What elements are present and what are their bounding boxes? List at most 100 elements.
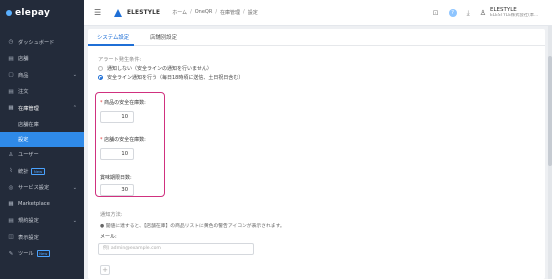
top-header: ☰ ELESTYLE ホーム / OneQR / 在庫管理 / 設定 ⊡ ? ⤓…: [84, 0, 552, 26]
rules-icon: ▤: [8, 217, 14, 224]
sidebar-item-label: 商品: [18, 72, 29, 79]
page-scrollbar[interactable]: [548, 26, 552, 279]
download-icon[interactable]: ⤓: [467, 9, 470, 18]
menu-toggle-icon[interactable]: ☰: [94, 8, 102, 17]
sidebar-item-dashboard[interactable]: ◷ ダッシュボード: [0, 34, 84, 51]
sidebar-item-label: サービス設定: [18, 185, 50, 192]
product-safety-stock-label: * 商品の安全在庫数:: [100, 100, 146, 106]
active-tab-indicator: [88, 44, 134, 46]
breadcrumb-separator: /: [243, 9, 245, 15]
chevron-down-icon: ⌄: [72, 72, 77, 79]
user-company: ELESTYLE株式会社(本...: [490, 13, 539, 18]
account-icon: ♙: [479, 9, 486, 17]
alert-option-none[interactable]: 通知しない（安全ラインの通知を行いません）: [98, 65, 212, 72]
new-badge: New: [31, 167, 45, 175]
breadcrumb: ホーム / OneQR / 在庫管理 / 設定: [172, 9, 258, 16]
tools-icon: ✎: [8, 250, 14, 257]
sidebar-item-marketplace[interactable]: ▦ Marketplace: [0, 196, 84, 213]
sidebar-item-tools[interactable]: ✎ ツール New: [0, 246, 84, 263]
sidebar-item-stats[interactable]: ⌇ 統計 New: [0, 163, 84, 180]
breadcrumb-separator: /: [215, 9, 218, 15]
sidebar-item-label: ダッシュボード: [18, 39, 55, 46]
inventory-icon: ▦: [8, 105, 14, 112]
sidebar-item-label: ユーザー: [18, 152, 39, 159]
chevron-down-icon: ⌄: [72, 217, 77, 224]
sidebar-subitem-store-inventory[interactable]: 店舗在庫: [0, 117, 84, 132]
sidebar-item-label: Marketplace: [18, 201, 50, 208]
dashboard-icon: ◷: [8, 39, 14, 46]
user-info: ELESTYLE ELESTYLE株式会社(本...: [490, 7, 548, 19]
user-menu[interactable]: ♙ ELESTYLE ELESTYLE株式会社(本...: [480, 7, 548, 19]
appearance-icon: ◫: [8, 234, 14, 241]
logo-mark-icon: [6, 10, 12, 16]
sidebar-subitem-settings[interactable]: 設定: [0, 131, 84, 147]
service-settings-icon: ◎: [8, 184, 14, 191]
sidebar-item-appearance[interactable]: ◫ 表示設定: [0, 229, 84, 246]
alert-option-notify[interactable]: 安全ライン通知を行う（毎日18時頃に送信、土日祝日含む）: [98, 74, 243, 81]
scrollbar-thumb[interactable]: [548, 56, 552, 166]
radio-button-selected[interactable]: [98, 75, 103, 80]
highlight-box: [95, 92, 165, 197]
sidebar-item-label: 表示設定: [18, 234, 39, 241]
tab-store-settings[interactable]: 店舗別設定: [150, 33, 177, 41]
sidebar-item-label: ツール: [18, 251, 34, 258]
store-safety-stock-label: * 店舗の安全在庫数:: [100, 137, 146, 143]
app-root: elepay ◷ ダッシュボード ▤ 店舗 ▢ 商品 ⌄ ▤ 注文 ▦ 在庫管理…: [0, 0, 552, 279]
breadcrumb-current: 設定: [247, 10, 258, 16]
field-label-text: 店舗の安全在庫数:: [104, 137, 146, 143]
alert-option-label: 安全ライン通知を行う（毎日18時頃に送信、土日祝日含む）: [107, 75, 244, 81]
chevron-down-icon: ⌄: [72, 184, 77, 191]
store-safety-stock-input[interactable]: 10: [100, 148, 134, 160]
alert-option-label: 通知しない（安全ラインの通知を行いません）: [107, 66, 212, 72]
breadcrumb-home[interactable]: ホーム: [172, 9, 187, 16]
notify-method-label: 通知方法:: [100, 212, 123, 218]
header-brand-name: ELESTYLE: [127, 9, 161, 16]
expiry-days-label: 賞味期限日数:: [100, 175, 132, 181]
email-input[interactable]: 例) admin@example.com: [98, 243, 254, 255]
settings-tabs: システム設定 店舗別設定: [88, 29, 545, 46]
product-safety-stock-input[interactable]: 10: [100, 111, 134, 123]
email-label: メール:: [100, 234, 117, 240]
stats-icon: ⌇: [9, 168, 13, 175]
header-logo[interactable]: ELESTYLE: [114, 8, 161, 17]
brand-name: elepay: [15, 8, 51, 18]
order-icon: ▤: [8, 88, 14, 95]
sidebar-item-label: 注文: [18, 89, 29, 96]
sidebar-item-user[interactable]: ♙ ユーザー: [0, 147, 84, 164]
sidebar-item-service-settings[interactable]: ◎ サービス設定 ⌄: [0, 180, 84, 197]
sidebar-item-product[interactable]: ▢ 商品 ⌄: [0, 67, 84, 84]
sidebar-item-label: 在庫管理: [18, 105, 39, 112]
tab-system-settings[interactable]: システム設定: [97, 33, 129, 41]
help-icon[interactable]: ?: [448, 9, 457, 17]
sidebar-item-inventory[interactable]: ▦ 在庫管理 ⌃: [0, 100, 84, 117]
alert-condition-label: アラート発生条件:: [98, 57, 142, 63]
product-icon: ▢: [8, 72, 14, 79]
brand-logo[interactable]: elepay: [0, 0, 84, 26]
sidebar-item-label: 統計: [18, 168, 29, 175]
breadcrumb-inventory[interactable]: 在庫管理: [220, 9, 240, 16]
breadcrumb-oneqr[interactable]: OneQR: [195, 9, 213, 16]
sidebar-item-label: 店舗: [18, 56, 29, 63]
sidebar-item-order[interactable]: ▤ 注文: [0, 84, 84, 101]
user-icon: ♙: [8, 151, 14, 158]
settings-card: システム設定 店舗別設定 アラート発生条件: 通知しない（安全ラインの通知を行い…: [88, 29, 545, 279]
breadcrumb-separator: /: [190, 9, 192, 15]
radio-button[interactable]: [98, 66, 103, 71]
elestyle-logo-icon: [114, 8, 122, 17]
store-icon: ▤: [8, 55, 14, 62]
field-label-text: 商品の安全在庫数:: [104, 100, 146, 106]
sidebar-subitem-label: 設定: [18, 136, 29, 143]
header-actions: ⊡ ? ⤓ ♙ ELESTYLE ELESTYLE株式会社(本...: [433, 0, 548, 26]
sidebar-subitem-label: 店舗在庫: [18, 121, 39, 128]
sidebar: elepay ◷ ダッシュボード ▤ 店舗 ▢ 商品 ⌄ ▤ 注文 ▦ 在庫管理…: [0, 0, 84, 279]
marketplace-icon: ▦: [8, 201, 14, 208]
sidebar-item-store[interactable]: ▤ 店舗: [0, 51, 84, 68]
add-email-button[interactable]: +: [100, 265, 110, 275]
expand-icon[interactable]: ⊡: [433, 9, 439, 17]
chevron-up-icon: ⌃: [72, 105, 77, 112]
notify-description: ● 閾値に達すると、【店舗在庫】の商品リストに黄色の警告アイコンが表示されます。: [100, 224, 285, 229]
sidebar-item-label: 規約設定: [18, 218, 39, 225]
sidebar-item-rules[interactable]: ▤ 規約設定 ⌄: [0, 213, 84, 230]
new-badge: New: [36, 250, 50, 258]
expiry-days-input[interactable]: 30: [100, 184, 134, 196]
